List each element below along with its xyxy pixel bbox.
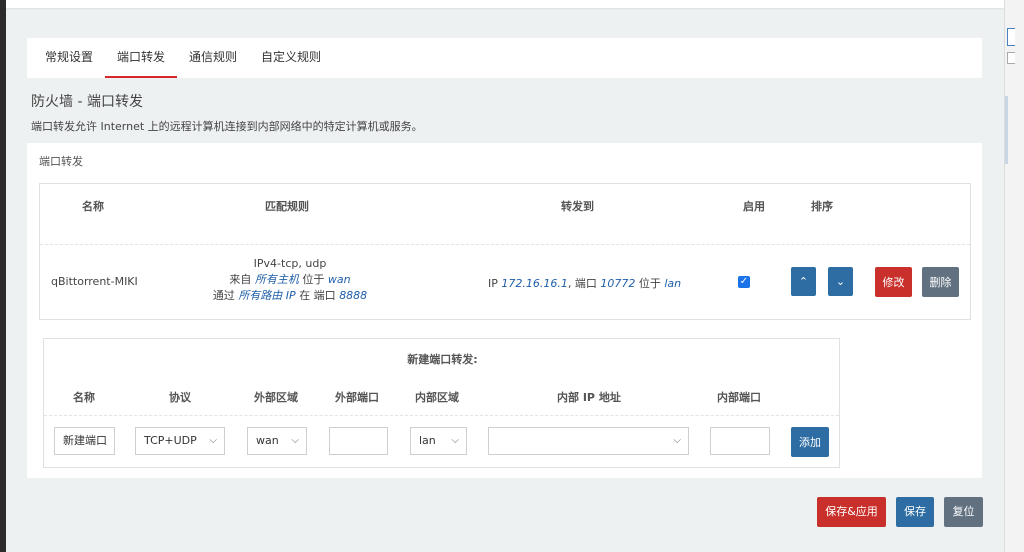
new-header-name: 名称 (73, 391, 95, 404)
forward-ip: 172.16.16.1 (501, 277, 568, 290)
window-edge (0, 0, 6, 552)
match-source: 来自 所有主机 位于 wan (190, 272, 390, 288)
section-title: 端口转发 (39, 155, 83, 168)
forward-zone: lan (664, 277, 682, 290)
move-up-button[interactable]: ⌃ (791, 267, 816, 296)
chevron-up-icon: ⌃ (798, 275, 809, 288)
row-divider (44, 415, 839, 416)
page-title: 防火墙 - 端口转发 (31, 94, 143, 110)
save-button[interactable]: 保存 (896, 497, 934, 527)
new-header-int-port: 内部端口 (717, 391, 761, 404)
label-at: 位于 (638, 277, 661, 290)
top-bar (6, 0, 1004, 8)
rule-match: IPv4-tcp, udp 来自 所有主机 位于 wan 通过 所有路由 IP … (190, 256, 390, 304)
delete-button[interactable]: 删除 (922, 267, 959, 297)
protocol-select[interactable]: TCP+UDP ⌵ (135, 427, 225, 455)
save-apply-button[interactable]: 保存&应用 (817, 497, 886, 527)
page-description: 端口转发允许 Internet 上的远程计算机连接到内部网络中的特定计算机或服务… (31, 120, 423, 133)
tab-traffic-rules[interactable]: 通信规则 (177, 38, 249, 78)
new-header-protocol: 协议 (169, 391, 191, 404)
rule-forward-to: IP 172.16.16.1, 端口 10772 位于 lan (488, 275, 681, 291)
int-zone-select[interactable]: lan ⌵ (410, 427, 467, 455)
int-ip-select[interactable]: ⌵ (488, 427, 689, 455)
tab-custom-rules[interactable]: 自定义规则 (249, 38, 333, 78)
row-divider (40, 244, 970, 245)
col-header-match: 匹配规则 (265, 200, 309, 213)
label-ip: IP (488, 277, 498, 290)
match-protocol: IPv4-tcp, udp (253, 257, 327, 270)
dest-ip: 所有路由 IP (238, 289, 296, 302)
move-down-button[interactable]: ⌄ (828, 267, 853, 296)
enabled-checkbox[interactable]: ✓ (738, 276, 750, 288)
match-dest: 通过 所有路由 IP 在 端口 8888 (190, 288, 390, 304)
col-header-forward-to: 转发到 (561, 200, 594, 213)
reset-button[interactable]: 复位 (944, 497, 983, 527)
ext-zone-value: wan (256, 434, 279, 447)
col-header-sort: 排序 (811, 200, 833, 213)
new-forward-form: 新建端口转发: 名称 协议 外部区域 外部端口 内部区域 内部 IP 地址 内部… (43, 338, 840, 468)
chevron-down-icon: ⌵ (451, 435, 459, 446)
new-header-ext-port: 外部端口 (335, 391, 379, 404)
side-panel-control[interactable] (1007, 52, 1015, 64)
new-forward-title: 新建端口转发: (407, 353, 478, 366)
add-button[interactable]: 添加 (791, 427, 829, 457)
ext-zone-select[interactable]: wan ⌵ (247, 427, 307, 455)
int-port-input[interactable] (710, 427, 770, 455)
col-header-name: 名称 (82, 200, 104, 213)
chevron-down-icon: ⌵ (291, 435, 299, 446)
edit-button[interactable]: 修改 (875, 267, 912, 297)
int-zone-value: lan (419, 434, 436, 447)
new-header-int-zone: 内部区域 (415, 391, 459, 404)
tab-bar: 常规设置 端口转发 通信规则 自定义规则 (27, 38, 982, 78)
source-zone: wan (327, 273, 351, 286)
chevron-down-icon: ⌵ (673, 435, 681, 446)
side-panel (1004, 0, 1024, 552)
tab-port-forward[interactable]: 端口转发 (105, 38, 178, 78)
chevron-down-icon: ⌵ (209, 435, 217, 446)
label-at: 位于 (302, 273, 325, 286)
protocol-value: TCP+UDP (144, 434, 197, 447)
source-host: 所有主机 (254, 273, 299, 286)
new-header-int-ip: 内部 IP 地址 (557, 391, 621, 404)
label-via: 通过 (212, 289, 235, 302)
side-panel-control[interactable] (1007, 28, 1015, 46)
new-header-ext-zone: 外部区域 (254, 391, 298, 404)
label-in-port: 在 端口 (299, 289, 336, 302)
ext-port-input[interactable] (329, 427, 388, 455)
forward-port: 10772 (600, 277, 636, 290)
label-port: , 端口 (567, 277, 597, 290)
side-panel-scrollbar[interactable] (1005, 96, 1008, 164)
label-from: 来自 (229, 273, 252, 286)
rule-name: qBittorrent-MIKI (51, 275, 138, 288)
name-input[interactable]: 新建端口 (54, 427, 115, 455)
col-header-enabled: 启用 (743, 200, 765, 213)
rules-table: 名称 匹配规则 转发到 启用 排序 qBittorrent-MIKI IPv4-… (39, 183, 971, 320)
port-forward-section: 端口转发 名称 匹配规则 转发到 启用 排序 qBittorrent-MIKI … (27, 143, 982, 478)
tab-general[interactable]: 常规设置 (33, 38, 105, 78)
dest-port: 8888 (339, 289, 368, 302)
chevron-down-icon: ⌄ (835, 275, 846, 288)
